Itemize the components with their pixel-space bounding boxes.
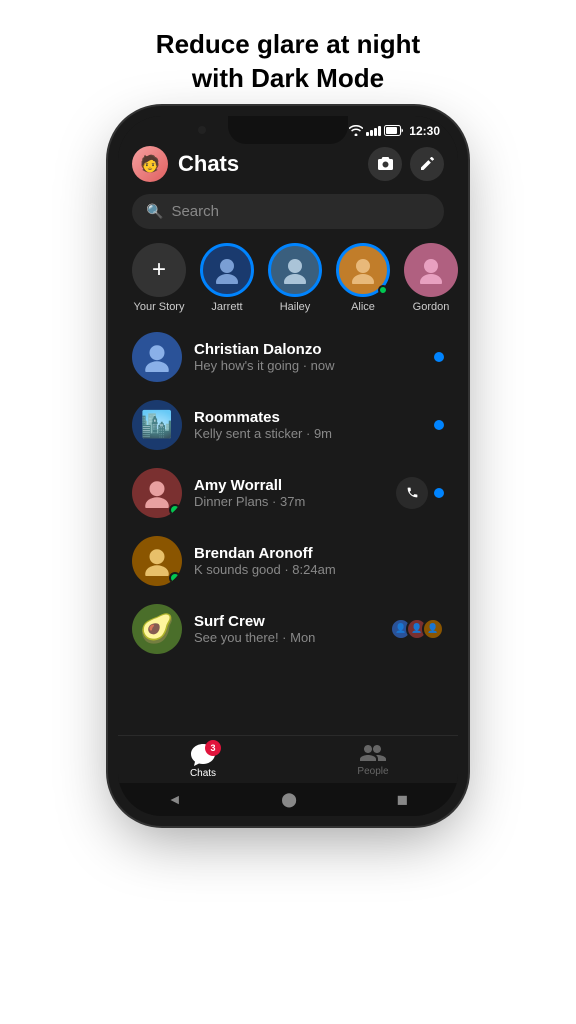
- phone-notch: [228, 116, 348, 144]
- search-icon: 🔍: [146, 203, 163, 220]
- people-label: People: [357, 766, 388, 777]
- header-actions: [368, 147, 444, 181]
- wifi-icon: [349, 125, 363, 136]
- chat-preview-surf-crew: See you there! · Mon: [194, 630, 378, 645]
- phone-wrapper: 12:30 🧑 Chats: [118, 116, 458, 816]
- chat-item-surf-crew[interactable]: 🥑 Surf Crew See you there! · Mon 👤 👤 👤: [118, 595, 458, 663]
- chat-name-brendan: Brendan Aronoff: [194, 545, 444, 562]
- headline-line1: Reduce glare at night: [156, 29, 420, 59]
- chat-name-roommates: Roommates: [194, 409, 422, 426]
- story-label-gordon: Gordon: [413, 301, 450, 313]
- status-time: 12:30: [409, 124, 440, 138]
- chat-actions-amy: [396, 477, 444, 509]
- unread-dot-amy: [434, 488, 444, 498]
- call-button-amy[interactable]: [396, 477, 428, 509]
- unread-dot-christian: [434, 352, 444, 362]
- story-item-your-story[interactable]: + Your Story: [132, 243, 186, 313]
- android-nav-bar: ◄ ⬤ ◼: [118, 783, 458, 816]
- stories-row: + Your Story Jarrett Hailey: [118, 239, 458, 323]
- story-label-hailey: Hailey: [280, 301, 311, 313]
- chat-info-brendan: Brendan Aronoff K sounds good · 8:24am: [194, 545, 444, 577]
- nav-item-people[interactable]: People: [288, 744, 458, 779]
- search-bar[interactable]: 🔍 Search: [132, 194, 444, 229]
- story-item-jarrett[interactable]: Jarrett: [200, 243, 254, 313]
- chat-actions-roommates: [434, 420, 444, 430]
- status-icons: [349, 125, 404, 136]
- chat-info-christian: Christian Dalonzo Hey how's it going · n…: [194, 341, 422, 373]
- story-add-button[interactable]: +: [132, 243, 186, 297]
- story-label-alice: Alice: [351, 301, 375, 313]
- user-avatar[interactable]: 🧑: [132, 146, 168, 182]
- chat-item-brendan[interactable]: Brendan Aronoff K sounds good · 8:24am: [118, 527, 458, 595]
- chats-badge: 3: [205, 740, 221, 756]
- headline-line2: with Dark Mode: [192, 63, 384, 93]
- story-item-gordon[interactable]: Gordon: [404, 243, 458, 313]
- home-button[interactable]: ⬤: [281, 791, 297, 808]
- story-avatar-hailey: [268, 243, 322, 297]
- chat-preview-brendan: K sounds good · 8:24am: [194, 562, 444, 577]
- chat-info-surf-crew: Surf Crew See you there! · Mon: [194, 613, 378, 645]
- chat-list: Christian Dalonzo Hey how's it going · n…: [118, 323, 458, 735]
- story-item-alice[interactable]: Alice: [336, 243, 390, 313]
- chat-avatar-christian: [132, 332, 182, 382]
- story-avatar-gordon: [404, 243, 458, 297]
- battery-icon: [384, 125, 404, 136]
- signal-icon: [366, 125, 381, 136]
- chat-preview-roommates: Kelly sent a sticker · 9m: [194, 426, 422, 441]
- chat-actions-christian: [434, 352, 444, 362]
- edit-button[interactable]: [410, 147, 444, 181]
- phone-camera: [198, 126, 206, 134]
- story-label-your-story: Your Story: [134, 301, 185, 313]
- header-title: Chats: [178, 151, 358, 177]
- search-placeholder: Search: [171, 203, 219, 220]
- chat-name-surf-crew: Surf Crew: [194, 613, 378, 630]
- chat-avatar-brendan: [132, 536, 182, 586]
- chat-avatar-surf-crew: 🥑: [132, 604, 182, 654]
- camera-button[interactable]: [368, 147, 402, 181]
- surf-crew-group-avatars: 👤 👤 👤: [390, 618, 444, 640]
- chats-label: Chats: [190, 768, 216, 779]
- page-heading: Reduce glare at night with Dark Mode: [116, 0, 460, 116]
- app-header: 🧑 Chats: [118, 138, 458, 190]
- chat-name-christian: Christian Dalonzo: [194, 341, 422, 358]
- story-item-hailey[interactable]: Hailey: [268, 243, 322, 313]
- chat-preview-amy: Dinner Plans · 37m: [194, 494, 384, 509]
- chat-name-amy: Amy Worrall: [194, 477, 384, 494]
- people-nav-icon-wrap: [360, 744, 386, 764]
- chat-item-roommates[interactable]: 🏙️ Roommates Kelly sent a sticker · 9m: [118, 391, 458, 459]
- chat-preview-christian: Hey how's it going · now: [194, 358, 422, 373]
- online-dot-brendan: [169, 572, 181, 584]
- chat-info-roommates: Roommates Kelly sent a sticker · 9m: [194, 409, 422, 441]
- chat-avatar-roommates: 🏙️: [132, 400, 182, 450]
- recents-button[interactable]: ◼: [397, 791, 409, 808]
- chat-item-amy[interactable]: Amy Worrall Dinner Plans · 37m: [118, 459, 458, 527]
- unread-dot-roommates: [434, 420, 444, 430]
- people-icon: [360, 744, 386, 764]
- nav-item-chats[interactable]: 3 Chats: [118, 744, 288, 779]
- story-label-jarrett: Jarrett: [211, 301, 242, 313]
- chat-avatar-amy: [132, 468, 182, 518]
- online-dot-amy: [169, 504, 181, 516]
- bottom-nav: 3 Chats People: [118, 735, 458, 783]
- chat-item-christian[interactable]: Christian Dalonzo Hey how's it going · n…: [118, 323, 458, 391]
- chat-info-amy: Amy Worrall Dinner Plans · 37m: [194, 477, 384, 509]
- story-online-dot-alice: [378, 285, 388, 295]
- story-avatar-jarrett: [200, 243, 254, 297]
- chat-actions-surf-crew: 👤 👤 👤: [390, 618, 444, 640]
- back-button[interactable]: ◄: [168, 791, 182, 807]
- chats-nav-icon-wrap: 3: [191, 744, 215, 766]
- phone-screen: 12:30 🧑 Chats: [118, 116, 458, 816]
